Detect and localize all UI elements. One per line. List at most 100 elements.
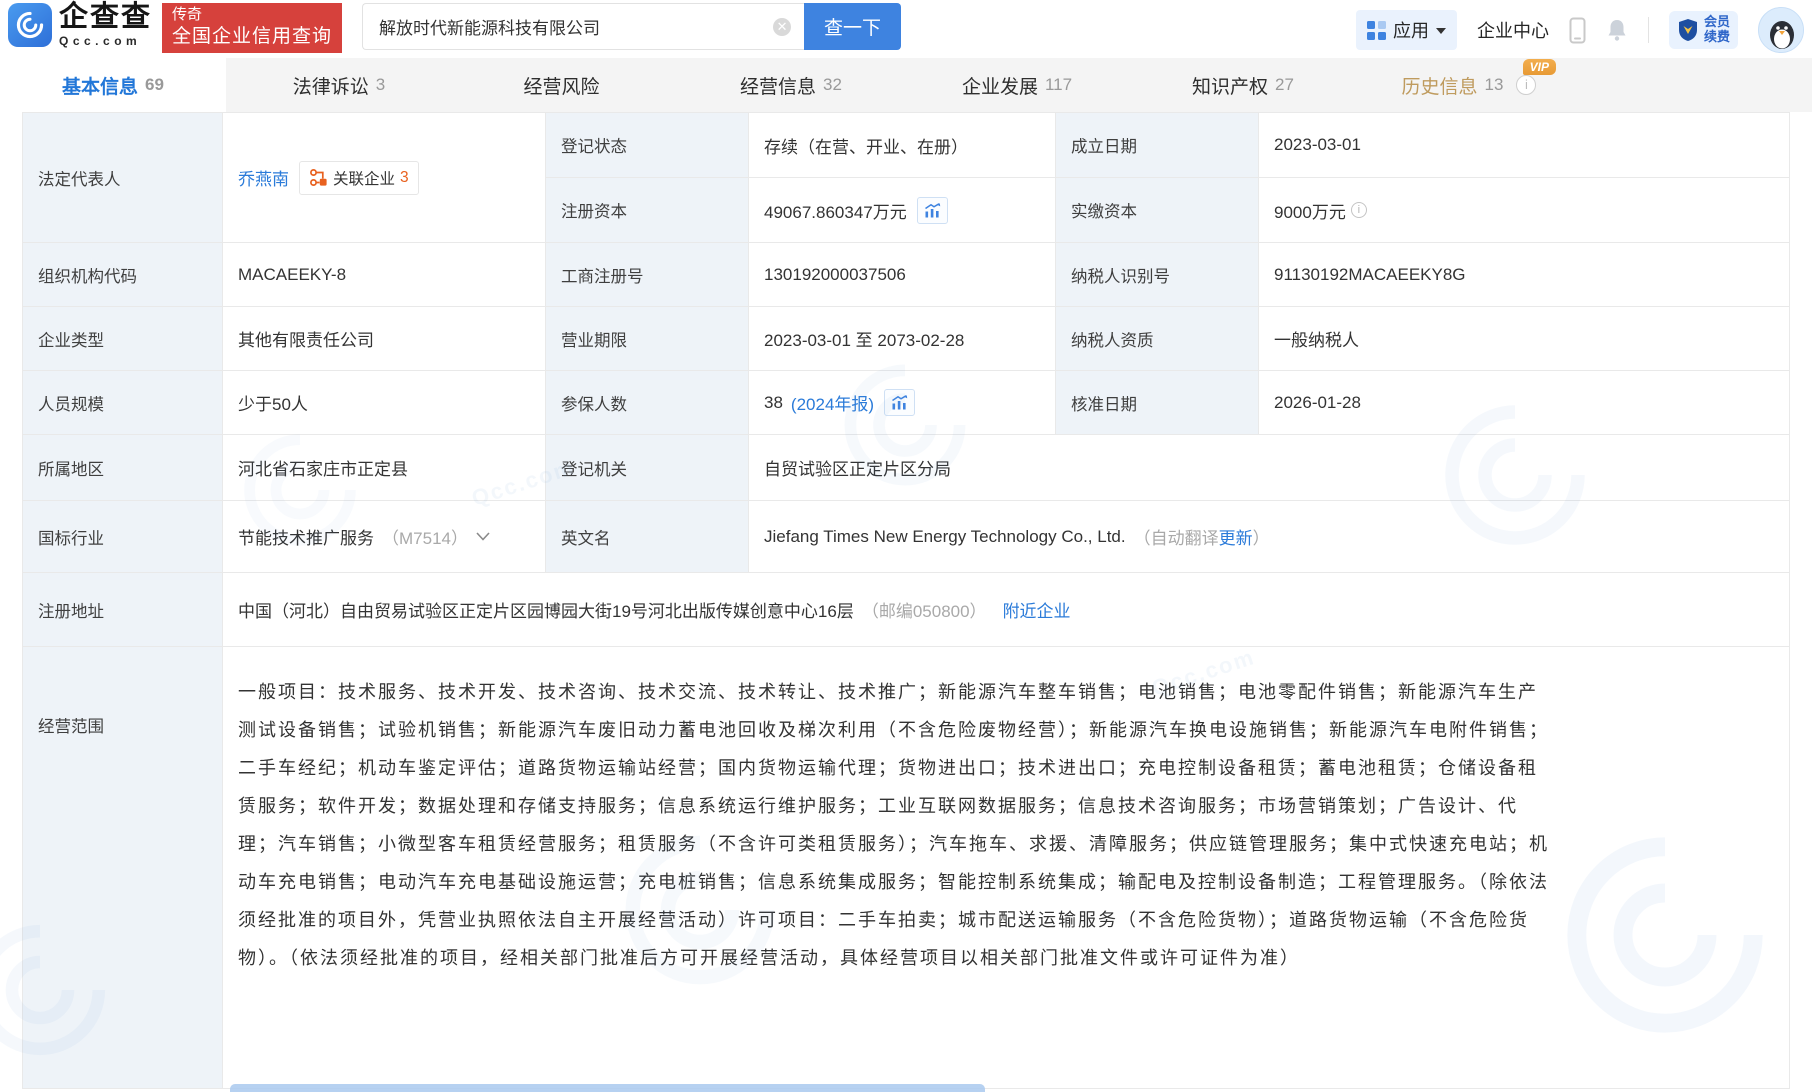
insured-label-cell: 参保人数 [546,371,749,434]
address-postcode: （邮编050800） [862,597,987,622]
annual-report-link[interactable]: (2024年报) [791,390,874,415]
qcc-logo[interactable]: 企查查 Qcc.com [8,3,152,47]
related-companies-label: 关联企业 [333,167,395,189]
field-label: 成立日期 [1071,133,1137,157]
related-companies-badge[interactable]: 关联企业 3 [299,161,419,195]
nearby-companies-link[interactable]: 附近企业 [1003,597,1071,622]
tab-label: 经营风险 [523,72,599,99]
tab-label: 法律诉讼 [293,72,369,99]
member-renew-badge[interactable]: 会员 续费 [1669,11,1738,49]
reg-status-value-cell: 存续（在营、开业、在册） [749,113,1056,177]
company-info-table: 法定代表人 乔燕南 关联企业 3 登记状态 [22,112,1790,1089]
english-name-value-cell: Jiefang Times New Energy Technology Co.,… [749,501,1789,572]
clear-icon[interactable]: ✕ [773,18,791,36]
taxpayer-id-value-cell: 91130192MACAEEKY8G [1259,243,1789,306]
field-value: 38 [764,393,783,413]
staff-size-label-cell: 人员规模 [23,371,223,434]
biz-reg-no-label-cell: 工商注册号 [546,243,749,306]
tab-operation-info[interactable]: 经营信息 32 [678,58,904,112]
search-bar: ✕ 查一下 [362,3,901,50]
taxpayer-quality-label-cell: 纳税人资质 [1056,307,1259,370]
update-link[interactable]: 更新 [1219,524,1253,549]
apps-menu[interactable]: 应用 [1356,10,1457,50]
auto-translate-note: （自动翻译 [1134,524,1219,549]
promo-line1: 传奇 [172,5,332,24]
chart-icon[interactable] [917,197,948,224]
tab-history-info[interactable]: VIP 历史信息 13 i [1356,58,1582,112]
phone-icon[interactable] [1569,17,1586,44]
chart-icon[interactable] [884,389,915,416]
tab-company-development[interactable]: 企业发展 117 [904,58,1130,112]
reg-authority-value-cell: 自贸试验区正定片区分局 [749,435,1789,500]
tab-count: 69 [145,75,164,95]
crown-shield-icon [1677,18,1699,42]
org-code-label-cell: 组织机构代码 [23,243,223,306]
table-row: 经营范围 一般项目：技术服务、技术开发、技术咨询、技术交流、技术转让、技术推广；… [23,647,1789,1088]
field-label: 参保人数 [561,391,627,415]
address-label-cell: 注册地址 [23,573,223,646]
chevron-down-icon[interactable] [476,532,490,541]
field-label: 实缴资本 [1071,198,1137,222]
table-row: 组织机构代码 MACAEEKY-8 工商注册号 130192000037506 … [23,243,1789,307]
tab-count: 117 [1045,75,1072,95]
search-input[interactable] [362,3,804,50]
table-row: 所属地区 河北省石家庄市正定县 登记机关 自贸试验区正定片区分局 [23,435,1789,501]
tab-basic-info[interactable]: 基本信息 69 [0,58,226,112]
field-value: Jiefang Times New Energy Technology Co.,… [764,527,1126,547]
nav-enterprise-center[interactable]: 企业中心 [1477,17,1549,43]
region-value-cell: 河北省石家庄市正定县 [223,435,546,500]
approval-date-label-cell: 核准日期 [1056,371,1259,434]
table-row: 注册地址 中国（河北）自由贸易试验区正定片区园博园大街19号河北出版传媒创意中心… [23,573,1789,647]
search-button[interactable]: 查一下 [804,3,901,50]
legal-rep-link[interactable]: 乔燕南 [238,165,289,190]
tab-count: 3 [376,75,385,95]
next-section-strip [230,1084,985,1092]
field-value: 少于50人 [238,390,308,415]
paid-capital-label-cell: 实缴资本 [1056,178,1259,242]
field-label: 核准日期 [1071,391,1137,415]
field-label: 经营范围 [38,713,104,737]
field-value: 49067.860347万元 [764,198,907,223]
legal-rep-value-cell: 乔燕南 关联企业 3 [223,113,546,242]
field-label: 企业类型 [38,327,104,351]
table-row: 人员规模 少于50人 参保人数 38 (2024年报) 核准日期 2026-01… [23,371,1789,435]
field-value: 节能技术推广服务 [238,524,374,549]
promo-badge: 传奇 全国企业信用查询 [162,3,342,53]
tab-operation-risk[interactable]: 经营风险 [452,58,678,112]
company-type-value-cell: 其他有限责任公司 [223,307,546,370]
caret-down-icon [1436,28,1446,34]
apps-label: 应用 [1393,17,1429,43]
field-label: 注册地址 [38,598,104,622]
bell-icon[interactable] [1606,18,1628,42]
tab-label: 基本信息 [62,72,138,99]
field-value: MACAEEKY-8 [238,265,346,285]
qcc-logo-icon [8,3,52,47]
tab-count: 13 [1485,75,1504,95]
table-row: 企业类型 其他有限责任公司 营业期限 2023-03-01 至 2073-02-… [23,307,1789,371]
field-label: 人员规模 [38,391,104,415]
field-label: 纳税人识别号 [1071,263,1170,287]
tab-label: 经营信息 [740,72,816,99]
field-value: 存续（在营、开业、在册） [764,133,968,158]
est-date-label-cell: 成立日期 [1056,113,1259,177]
info-icon[interactable]: i [1351,202,1367,218]
reg-capital-value-cell: 49067.860347万元 [749,178,1056,242]
tab-legal-litigation[interactable]: 法律诉讼 3 [226,58,452,112]
field-value: 其他有限责任公司 [238,326,374,351]
tab-label: 企业发展 [962,72,1038,99]
field-value: 2026-01-28 [1274,393,1361,413]
related-companies-count: 3 [400,169,409,187]
avatar[interactable] [1758,7,1804,53]
row1-right: 登记状态 存续（在营、开业、在册） 成立日期 2023-03-01 注册资本 4… [546,113,1789,242]
info-icon[interactable]: i [1516,75,1536,95]
field-value: 一般纳税人 [1274,326,1359,351]
industry-value-cell: 节能技术推广服务 （M7514） [223,501,546,572]
header-nav: 应用 企业中心 会员 续费 [1356,7,1812,53]
apps-grid-icon [1367,21,1386,40]
scope-text: 一般项目：技术服务、技术开发、技术咨询、技术交流、技术转让、技术推广；新能源汽车… [238,673,1556,977]
field-value: 河北省石家庄市正定县 [238,455,408,480]
scope-value-cell: 一般项目：技术服务、技术开发、技术咨询、技术交流、技术转让、技术推广；新能源汽车… [223,647,1789,1088]
sub-row: 注册资本 49067.860347万元 实 [546,178,1789,242]
table-row: 法定代表人 乔燕南 关联企业 3 登记状态 [23,113,1789,243]
tab-intellectual-property[interactable]: 知识产权 27 [1130,58,1356,112]
